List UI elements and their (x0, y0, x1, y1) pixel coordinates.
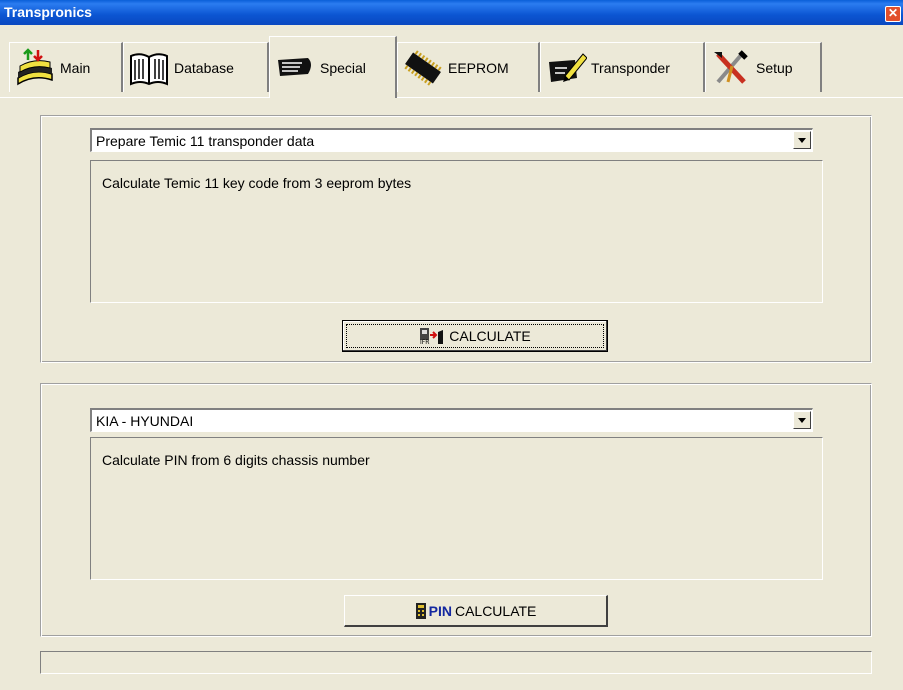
calculate-button[interactable]: IFR CALCULATE (342, 320, 608, 352)
transponder-to-key-icon: IFR (420, 328, 444, 345)
special-icon (278, 57, 311, 76)
temic-panel: Prepare Temic 11 transponder data Calcul… (40, 115, 872, 363)
pin-description: Calculate PIN from 6 digits chassis numb… (90, 437, 823, 580)
function-description-text: Calculate Temic 11 key code from 3 eepro… (102, 175, 412, 191)
tab-special-label: Special (320, 59, 366, 76)
tab-special[interactable]: Special (269, 36, 397, 98)
tab-divider (0, 97, 903, 98)
main-icon (17, 47, 53, 85)
tab-eeprom-label: EEPROM (448, 59, 509, 76)
pen-icon (549, 52, 587, 82)
window-title: Transpronics (4, 4, 92, 20)
function-select-value: Prepare Temic 11 transponder data (96, 133, 315, 149)
function-description: Calculate Temic 11 key code from 3 eepro… (90, 160, 823, 303)
vehicle-select[interactable]: KIA - HYUNDAI (90, 408, 813, 432)
close-button[interactable]: ✕ (885, 6, 901, 22)
tab-database-label: Database (174, 59, 234, 76)
pin-description-text: Calculate PIN from 6 digits chassis numb… (102, 452, 370, 468)
tab-eeprom[interactable]: EEPROM (397, 42, 540, 92)
vehicle-select-value: KIA - HYUNDAI (96, 413, 194, 429)
tab-setup[interactable]: Setup (705, 42, 822, 92)
chip-icon (404, 49, 442, 86)
title-bar: Transpronics ✕ (0, 0, 903, 25)
tab-transponder[interactable]: Transponder (540, 42, 705, 92)
pin-calculate-button[interactable]: PIN CALCULATE (344, 595, 608, 627)
tab-database[interactable]: Database (123, 42, 269, 92)
function-select[interactable]: Prepare Temic 11 transponder data (90, 128, 813, 152)
tools-icon (714, 49, 748, 84)
tab-bar: Main Database Special EEPROM Transponder… (0, 26, 903, 98)
chevron-down-icon[interactable] (793, 131, 811, 149)
chevron-down-icon[interactable] (793, 411, 811, 429)
tab-setup-label: Setup (756, 59, 793, 76)
pin-keypad-icon (415, 602, 426, 619)
pin-word: PIN (428, 602, 452, 619)
tab-main[interactable]: Main (9, 42, 123, 92)
close-icon: ✕ (887, 6, 899, 20)
tab-main-label: Main (60, 59, 91, 76)
book-icon (130, 52, 168, 86)
calculate-button-label: CALCULATE (449, 328, 531, 344)
status-bar (40, 651, 872, 674)
svg-text:IFR: IFR (420, 339, 429, 345)
pin-calculate-button-label: CALCULATE (454, 602, 537, 619)
pin-panel: KIA - HYUNDAI Calculate PIN from 6 digit… (40, 383, 872, 637)
tab-transponder-label: Transponder (591, 59, 670, 76)
